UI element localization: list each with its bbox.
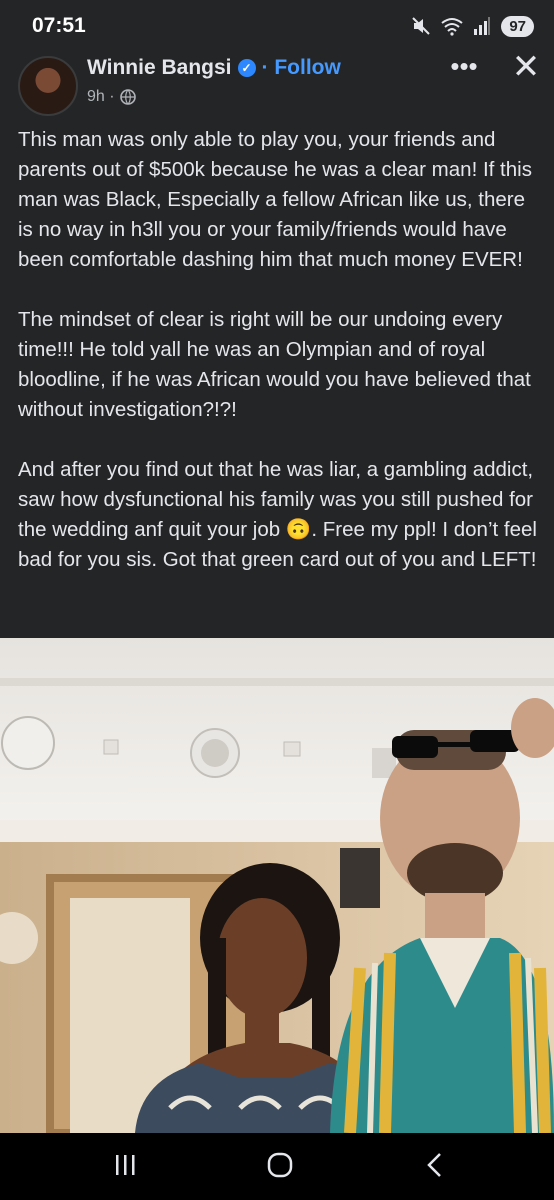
status-icons: 97 <box>411 14 534 38</box>
verified-badge-icon: ✓ <box>237 59 256 77</box>
close-icon[interactable]: ✕ <box>508 50 544 86</box>
post-header: Winnie Bangsi ✓ · Follow 9h · ••• ✕ <box>0 50 554 120</box>
status-bar: 07:51 97 <box>0 0 554 50</box>
recent-apps-icon[interactable] <box>95 1145 155 1185</box>
post-text: This man was only able to play you, your… <box>18 125 538 605</box>
post-photo[interactable] <box>0 638 554 1133</box>
back-icon[interactable] <box>405 1145 465 1185</box>
post-paragraph: This man was only able to play you, your… <box>18 128 532 271</box>
post-meta: 9h · <box>87 88 136 106</box>
author-name[interactable]: Winnie Bangsi <box>87 56 232 80</box>
author-row: Winnie Bangsi ✓ · Follow <box>87 56 341 80</box>
more-options-icon[interactable]: ••• <box>446 53 482 84</box>
mute-icon <box>412 17 431 35</box>
post-paragraph: And after you find out that he was liar,… <box>18 458 537 571</box>
avatar[interactable] <box>18 56 78 116</box>
home-icon[interactable] <box>250 1145 310 1185</box>
wifi-icon <box>441 18 463 36</box>
signal-icon <box>474 17 491 35</box>
globe-icon <box>119 89 136 105</box>
post-time[interactable]: 9h · <box>87 88 115 106</box>
battery-indicator: 97 <box>501 15 534 37</box>
status-time: 07:51 <box>32 14 86 37</box>
photo-illustration <box>0 638 554 1133</box>
navigation-bar <box>0 1133 554 1200</box>
follow-button[interactable]: · Follow <box>262 56 341 80</box>
post-paragraph: The mindset of clear is right will be ou… <box>18 308 531 421</box>
